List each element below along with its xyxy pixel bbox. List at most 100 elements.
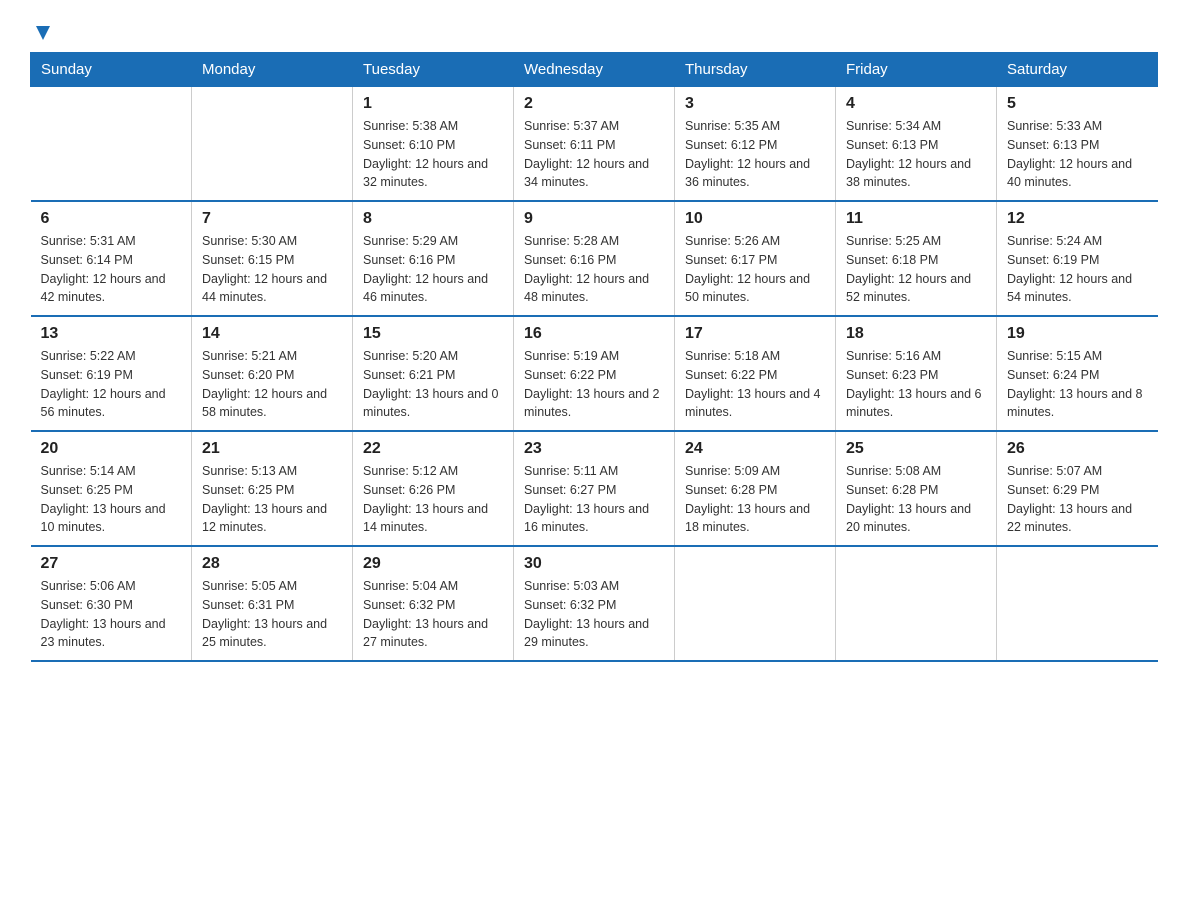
- day-info: Sunrise: 5:04 AMSunset: 6:32 PMDaylight:…: [363, 577, 503, 652]
- calendar-cell: 1 Sunrise: 5:38 AMSunset: 6:10 PMDaylight…: [353, 87, 514, 202]
- day-number: 16: [524, 325, 664, 343]
- day-number: 1: [363, 95, 503, 113]
- day-number: 10: [685, 210, 825, 228]
- calendar-cell: 16 Sunrise: 5:19 AMSunset: 6:22 PMDayligh…: [514, 316, 675, 431]
- day-number: 19: [1007, 325, 1148, 343]
- day-info: Sunrise: 5:25 AMSunset: 6:18 PMDaylight:…: [846, 232, 986, 307]
- day-of-week-header: Saturday: [997, 53, 1158, 87]
- day-number: 24: [685, 440, 825, 458]
- day-info: Sunrise: 5:03 AMSunset: 6:32 PMDaylight:…: [524, 577, 664, 652]
- day-info: Sunrise: 5:26 AMSunset: 6:17 PMDaylight:…: [685, 232, 825, 307]
- day-info: Sunrise: 5:22 AMSunset: 6:19 PMDaylight:…: [41, 347, 182, 422]
- logo-arrow-icon: [32, 22, 54, 44]
- day-info: Sunrise: 5:33 AMSunset: 6:13 PMDaylight:…: [1007, 117, 1148, 192]
- calendar-cell: 14Sunrise: 5:21 AMSunset: 6:20 PMDayligh…: [192, 316, 353, 431]
- calendar-cell: 11 Sunrise: 5:25 AMSunset: 6:18 PMDayligh…: [836, 201, 997, 316]
- calendar-cell: 6 Sunrise: 5:31 AMSunset: 6:14 PMDaylight…: [31, 201, 192, 316]
- day-number: 9: [524, 210, 664, 228]
- calendar-cell: 25 Sunrise: 5:08 AMSunset: 6:28 PMDayligh…: [836, 431, 997, 546]
- day-of-week-header: Thursday: [675, 53, 836, 87]
- day-of-week-header: Wednesday: [514, 53, 675, 87]
- day-info: Sunrise: 5:07 AMSunset: 6:29 PMDaylight:…: [1007, 462, 1148, 537]
- day-info: Sunrise: 5:16 AMSunset: 6:23 PMDaylight:…: [846, 347, 986, 422]
- logo: [30, 20, 54, 36]
- day-number: 5: [1007, 95, 1148, 113]
- calendar-cell: 27Sunrise: 5:06 AMSunset: 6:30 PMDayligh…: [31, 546, 192, 661]
- day-info: Sunrise: 5:28 AMSunset: 6:16 PMDaylight:…: [524, 232, 664, 307]
- day-number: 30: [524, 555, 664, 573]
- day-number: 4: [846, 95, 986, 113]
- day-info: Sunrise: 5:09 AMSunset: 6:28 PMDaylight:…: [685, 462, 825, 537]
- day-info: Sunrise: 5:20 AMSunset: 6:21 PMDaylight:…: [363, 347, 503, 422]
- calendar-cell: 4 Sunrise: 5:34 AMSunset: 6:13 PMDaylight…: [836, 87, 997, 202]
- day-number: 18: [846, 325, 986, 343]
- calendar-cell: 10 Sunrise: 5:26 AMSunset: 6:17 PMDayligh…: [675, 201, 836, 316]
- calendar-cell: 15 Sunrise: 5:20 AMSunset: 6:21 PMDayligh…: [353, 316, 514, 431]
- day-number: 13: [41, 325, 182, 343]
- calendar-week-row: 27Sunrise: 5:06 AMSunset: 6:30 PMDayligh…: [31, 546, 1158, 661]
- day-info: Sunrise: 5:30 AMSunset: 6:15 PMDaylight:…: [202, 232, 342, 307]
- day-info: Sunrise: 5:15 AMSunset: 6:24 PMDaylight:…: [1007, 347, 1148, 422]
- day-info: Sunrise: 5:13 AMSunset: 6:25 PMDaylight:…: [202, 462, 342, 537]
- day-number: 26: [1007, 440, 1148, 458]
- calendar-cell: [675, 546, 836, 661]
- day-number: 11: [846, 210, 986, 228]
- day-info: Sunrise: 5:37 AMSunset: 6:11 PMDaylight:…: [524, 117, 664, 192]
- day-info: Sunrise: 5:06 AMSunset: 6:30 PMDaylight:…: [41, 577, 182, 652]
- calendar-cell: [997, 546, 1158, 661]
- day-info: Sunrise: 5:14 AMSunset: 6:25 PMDaylight:…: [41, 462, 182, 537]
- day-number: 3: [685, 95, 825, 113]
- day-number: 7: [202, 210, 342, 228]
- day-of-week-header: Sunday: [31, 53, 192, 87]
- day-info: Sunrise: 5:29 AMSunset: 6:16 PMDaylight:…: [363, 232, 503, 307]
- calendar-week-row: 6 Sunrise: 5:31 AMSunset: 6:14 PMDaylight…: [31, 201, 1158, 316]
- calendar-cell: [31, 87, 192, 202]
- day-info: Sunrise: 5:35 AMSunset: 6:12 PMDaylight:…: [685, 117, 825, 192]
- day-number: 8: [363, 210, 503, 228]
- calendar-cell: 9 Sunrise: 5:28 AMSunset: 6:16 PMDaylight…: [514, 201, 675, 316]
- calendar-cell: 17 Sunrise: 5:18 AMSunset: 6:22 PMDayligh…: [675, 316, 836, 431]
- day-info: Sunrise: 5:31 AMSunset: 6:14 PMDaylight:…: [41, 232, 182, 307]
- day-info: Sunrise: 5:11 AMSunset: 6:27 PMDaylight:…: [524, 462, 664, 537]
- day-number: 22: [363, 440, 503, 458]
- day-number: 28: [202, 555, 342, 573]
- day-info: Sunrise: 5:08 AMSunset: 6:28 PMDaylight:…: [846, 462, 986, 537]
- calendar-cell: 23 Sunrise: 5:11 AMSunset: 6:27 PMDayligh…: [514, 431, 675, 546]
- calendar-cell: 5 Sunrise: 5:33 AMSunset: 6:13 PMDaylight…: [997, 87, 1158, 202]
- calendar-cell: 21 Sunrise: 5:13 AMSunset: 6:25 PMDayligh…: [192, 431, 353, 546]
- day-number: 6: [41, 210, 182, 228]
- day-number: 15: [363, 325, 503, 343]
- day-number: 21: [202, 440, 342, 458]
- day-number: 20: [41, 440, 182, 458]
- day-info: Sunrise: 5:19 AMSunset: 6:22 PMDaylight:…: [524, 347, 664, 422]
- calendar-table: SundayMondayTuesdayWednesdayThursdayFrid…: [30, 52, 1158, 662]
- day-of-week-header: Friday: [836, 53, 997, 87]
- day-info: Sunrise: 5:21 AMSunset: 6:20 PMDaylight:…: [202, 347, 342, 422]
- calendar-cell: 19 Sunrise: 5:15 AMSunset: 6:24 PMDayligh…: [997, 316, 1158, 431]
- calendar-cell: 28 Sunrise: 5:05 AMSunset: 6:31 PMDayligh…: [192, 546, 353, 661]
- day-number: 2: [524, 95, 664, 113]
- calendar-cell: 26 Sunrise: 5:07 AMSunset: 6:29 PMDayligh…: [997, 431, 1158, 546]
- page-header: [30, 20, 1158, 36]
- calendar-header-row: SundayMondayTuesdayWednesdayThursdayFrid…: [31, 53, 1158, 87]
- day-number: 25: [846, 440, 986, 458]
- day-info: Sunrise: 5:24 AMSunset: 6:19 PMDaylight:…: [1007, 232, 1148, 307]
- calendar-week-row: 13 Sunrise: 5:22 AMSunset: 6:19 PMDayligh…: [31, 316, 1158, 431]
- day-info: Sunrise: 5:38 AMSunset: 6:10 PMDaylight:…: [363, 117, 503, 192]
- calendar-cell: 20 Sunrise: 5:14 AMSunset: 6:25 PMDayligh…: [31, 431, 192, 546]
- calendar-cell: 2 Sunrise: 5:37 AMSunset: 6:11 PMDaylight…: [514, 87, 675, 202]
- day-info: Sunrise: 5:18 AMSunset: 6:22 PMDaylight:…: [685, 347, 825, 422]
- calendar-cell: [192, 87, 353, 202]
- day-number: 17: [685, 325, 825, 343]
- calendar-cell: 30 Sunrise: 5:03 AMSunset: 6:32 PMDayligh…: [514, 546, 675, 661]
- calendar-cell: 22Sunrise: 5:12 AMSunset: 6:26 PMDayligh…: [353, 431, 514, 546]
- day-number: 23: [524, 440, 664, 458]
- day-info: Sunrise: 5:34 AMSunset: 6:13 PMDaylight:…: [846, 117, 986, 192]
- day-number: 29: [363, 555, 503, 573]
- calendar-cell: 3 Sunrise: 5:35 AMSunset: 6:12 PMDaylight…: [675, 87, 836, 202]
- calendar-cell: [836, 546, 997, 661]
- day-of-week-header: Monday: [192, 53, 353, 87]
- day-info: Sunrise: 5:05 AMSunset: 6:31 PMDaylight:…: [202, 577, 342, 652]
- calendar-cell: 12Sunrise: 5:24 AMSunset: 6:19 PMDayligh…: [997, 201, 1158, 316]
- calendar-week-row: 1 Sunrise: 5:38 AMSunset: 6:10 PMDaylight…: [31, 87, 1158, 202]
